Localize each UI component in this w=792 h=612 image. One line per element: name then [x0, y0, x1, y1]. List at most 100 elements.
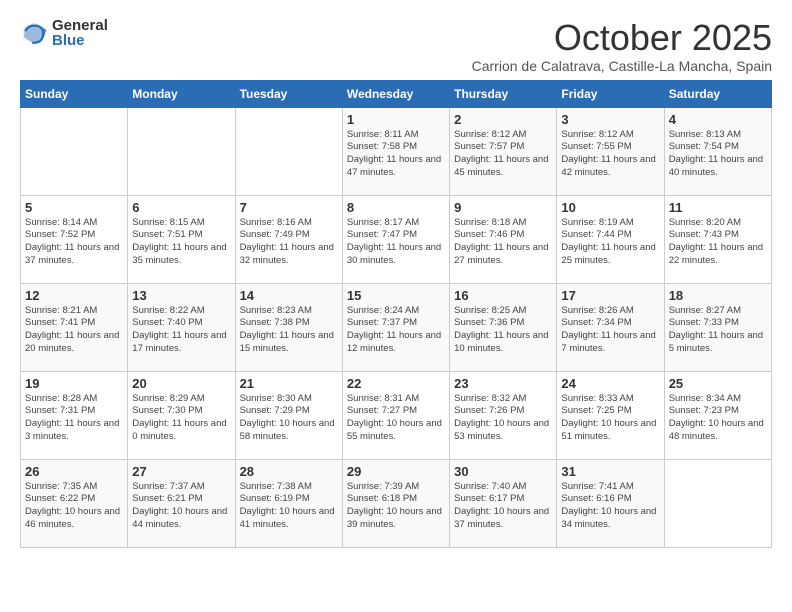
calendar-cell: [664, 459, 771, 547]
day-number: 29: [347, 464, 445, 479]
day-number: 7: [240, 200, 338, 215]
calendar-week-1: 5Sunrise: 8:14 AM Sunset: 7:52 PM Daylig…: [21, 195, 772, 283]
day-info: Sunrise: 8:13 AM Sunset: 7:54 PM Dayligh…: [669, 129, 767, 180]
month-title: October 2025: [472, 18, 772, 58]
calendar-cell: 6Sunrise: 8:15 AM Sunset: 7:51 PM Daylig…: [128, 195, 235, 283]
day-info: Sunrise: 8:17 AM Sunset: 7:47 PM Dayligh…: [347, 217, 445, 268]
day-info: Sunrise: 8:18 AM Sunset: 7:46 PM Dayligh…: [454, 217, 552, 268]
calendar-week-0: 1 Sunrise: 8:11 AM Sunset: 7:58 PM Daylig…: [21, 107, 772, 195]
calendar-cell: 30 Sunrise: 7:40 AM Sunset: 6:17 PM Dayli…: [450, 459, 557, 547]
day-info: Sunrise: 8:11 AM Sunset: 7:58 PM Dayligh…: [347, 129, 445, 180]
calendar-cell: 16 Sunrise: 8:25 AM Sunset: 7:36 PM Dayli…: [450, 283, 557, 371]
calendar-cell: [128, 107, 235, 195]
day-number: 16: [454, 288, 552, 303]
calendar-cell: 20 Sunrise: 8:29 AM Sunset: 7:30 PM Dayli…: [128, 371, 235, 459]
col-header-sunday: Sunday: [21, 80, 128, 107]
calendar-cell: 9Sunrise: 8:18 AM Sunset: 7:46 PM Daylig…: [450, 195, 557, 283]
col-header-thursday: Thursday: [450, 80, 557, 107]
calendar-cell: 14 Sunrise: 8:23 AM Sunset: 7:38 PM Dayli…: [235, 283, 342, 371]
calendar-cell: 21 Sunrise: 8:30 AM Sunset: 7:29 PM Dayli…: [235, 371, 342, 459]
calendar-cell: 25Sunrise: 8:34 AM Sunset: 7:23 PM Dayli…: [664, 371, 771, 459]
day-number: 12: [25, 288, 123, 303]
day-info: Sunrise: 8:24 AM Sunset: 7:37 PM Dayligh…: [347, 305, 445, 356]
day-info: Sunrise: 8:30 AM Sunset: 7:29 PM Dayligh…: [240, 393, 338, 444]
calendar-cell: [21, 107, 128, 195]
day-info: Sunrise: 7:40 AM Sunset: 6:17 PM Dayligh…: [454, 481, 552, 532]
day-info: Sunrise: 8:29 AM Sunset: 7:30 PM Dayligh…: [132, 393, 230, 444]
calendar-table: SundayMondayTuesdayWednesdayThursdayFrid…: [20, 80, 772, 548]
day-number: 20: [132, 376, 230, 391]
calendar-cell: 8 Sunrise: 8:17 AM Sunset: 7:47 PM Daylig…: [342, 195, 449, 283]
day-info: Sunrise: 8:23 AM Sunset: 7:38 PM Dayligh…: [240, 305, 338, 356]
col-header-wednesday: Wednesday: [342, 80, 449, 107]
calendar-cell: 28 Sunrise: 7:38 AM Sunset: 6:19 PM Dayli…: [235, 459, 342, 547]
logo-text: General Blue: [52, 18, 108, 48]
day-info: Sunrise: 8:12 AM Sunset: 7:55 PM Dayligh…: [561, 129, 659, 180]
day-number: 3: [561, 112, 659, 127]
day-info: Sunrise: 8:21 AM Sunset: 7:41 PM Dayligh…: [25, 305, 123, 356]
day-number: 19: [25, 376, 123, 391]
day-number: 28: [240, 464, 338, 479]
calendar-cell: 24 Sunrise: 8:33 AM Sunset: 7:25 PM Dayli…: [557, 371, 664, 459]
day-number: 18: [669, 288, 767, 303]
day-info: Sunrise: 8:20 AM Sunset: 7:43 PM Dayligh…: [669, 217, 767, 268]
logo-blue: Blue: [52, 33, 108, 48]
day-number: 15: [347, 288, 445, 303]
day-number: 26: [25, 464, 123, 479]
day-info: Sunrise: 8:22 AM Sunset: 7:40 PM Dayligh…: [132, 305, 230, 356]
day-number: 8: [347, 200, 445, 215]
day-info: Sunrise: 8:12 AM Sunset: 7:57 PM Dayligh…: [454, 129, 552, 180]
calendar-cell: 7 Sunrise: 8:16 AM Sunset: 7:49 PM Daylig…: [235, 195, 342, 283]
day-number: 5: [25, 200, 123, 215]
calendar-cell: [235, 107, 342, 195]
day-number: 13: [132, 288, 230, 303]
day-number: 14: [240, 288, 338, 303]
day-info: Sunrise: 7:38 AM Sunset: 6:19 PM Dayligh…: [240, 481, 338, 532]
calendar-week-3: 19 Sunrise: 8:28 AM Sunset: 7:31 PM Dayli…: [21, 371, 772, 459]
day-info: Sunrise: 8:16 AM Sunset: 7:49 PM Dayligh…: [240, 217, 338, 268]
day-info: Sunrise: 8:28 AM Sunset: 7:31 PM Dayligh…: [25, 393, 123, 444]
calendar-cell: 27 Sunrise: 7:37 AM Sunset: 6:21 PM Dayli…: [128, 459, 235, 547]
day-info: Sunrise: 8:25 AM Sunset: 7:36 PM Dayligh…: [454, 305, 552, 356]
day-number: 25: [669, 376, 767, 391]
calendar-cell: 4 Sunrise: 8:13 AM Sunset: 7:54 PM Daylig…: [664, 107, 771, 195]
day-number: 6: [132, 200, 230, 215]
day-number: 30: [454, 464, 552, 479]
day-number: 10: [561, 200, 659, 215]
calendar-cell: 10 Sunrise: 8:19 AM Sunset: 7:44 PM Dayli…: [557, 195, 664, 283]
day-number: 11: [669, 200, 767, 215]
calendar-cell: 12 Sunrise: 8:21 AM Sunset: 7:41 PM Dayli…: [21, 283, 128, 371]
calendar-cell: 1 Sunrise: 8:11 AM Sunset: 7:58 PM Daylig…: [342, 107, 449, 195]
title-section: October 2025 Carrion de Calatrava, Casti…: [472, 18, 772, 74]
day-number: 24: [561, 376, 659, 391]
day-number: 22: [347, 376, 445, 391]
day-number: 21: [240, 376, 338, 391]
calendar-cell: 13 Sunrise: 8:22 AM Sunset: 7:40 PM Dayli…: [128, 283, 235, 371]
calendar-cell: 23Sunrise: 8:32 AM Sunset: 7:26 PM Dayli…: [450, 371, 557, 459]
calendar-cell: 5Sunrise: 8:14 AM Sunset: 7:52 PM Daylig…: [21, 195, 128, 283]
day-info: Sunrise: 7:41 AM Sunset: 6:16 PM Dayligh…: [561, 481, 659, 532]
day-info: Sunrise: 8:33 AM Sunset: 7:25 PM Dayligh…: [561, 393, 659, 444]
day-info: Sunrise: 7:39 AM Sunset: 6:18 PM Dayligh…: [347, 481, 445, 532]
day-number: 27: [132, 464, 230, 479]
day-number: 2: [454, 112, 552, 127]
calendar-cell: 11 Sunrise: 8:20 AM Sunset: 7:43 PM Dayli…: [664, 195, 771, 283]
calendar-cell: 18Sunrise: 8:27 AM Sunset: 7:33 PM Dayli…: [664, 283, 771, 371]
day-number: 1: [347, 112, 445, 127]
col-header-monday: Monday: [128, 80, 235, 107]
calendar-cell: 15 Sunrise: 8:24 AM Sunset: 7:37 PM Dayli…: [342, 283, 449, 371]
day-number: 17: [561, 288, 659, 303]
calendar-cell: 3 Sunrise: 8:12 AM Sunset: 7:55 PM Daylig…: [557, 107, 664, 195]
logo-general: General: [52, 18, 108, 33]
calendar-cell: 26Sunrise: 7:35 AM Sunset: 6:22 PM Dayli…: [21, 459, 128, 547]
day-number: 4: [669, 112, 767, 127]
day-info: Sunrise: 7:37 AM Sunset: 6:21 PM Dayligh…: [132, 481, 230, 532]
day-info: Sunrise: 8:32 AM Sunset: 7:26 PM Dayligh…: [454, 393, 552, 444]
calendar-cell: 29 Sunrise: 7:39 AM Sunset: 6:18 PM Dayli…: [342, 459, 449, 547]
calendar-cell: 2 Sunrise: 8:12 AM Sunset: 7:57 PM Daylig…: [450, 107, 557, 195]
day-info: Sunrise: 8:26 AM Sunset: 7:34 PM Dayligh…: [561, 305, 659, 356]
logo: General Blue: [20, 18, 108, 48]
col-header-tuesday: Tuesday: [235, 80, 342, 107]
calendar-header-row: SundayMondayTuesdayWednesdayThursdayFrid…: [21, 80, 772, 107]
day-info: Sunrise: 8:19 AM Sunset: 7:44 PM Dayligh…: [561, 217, 659, 268]
